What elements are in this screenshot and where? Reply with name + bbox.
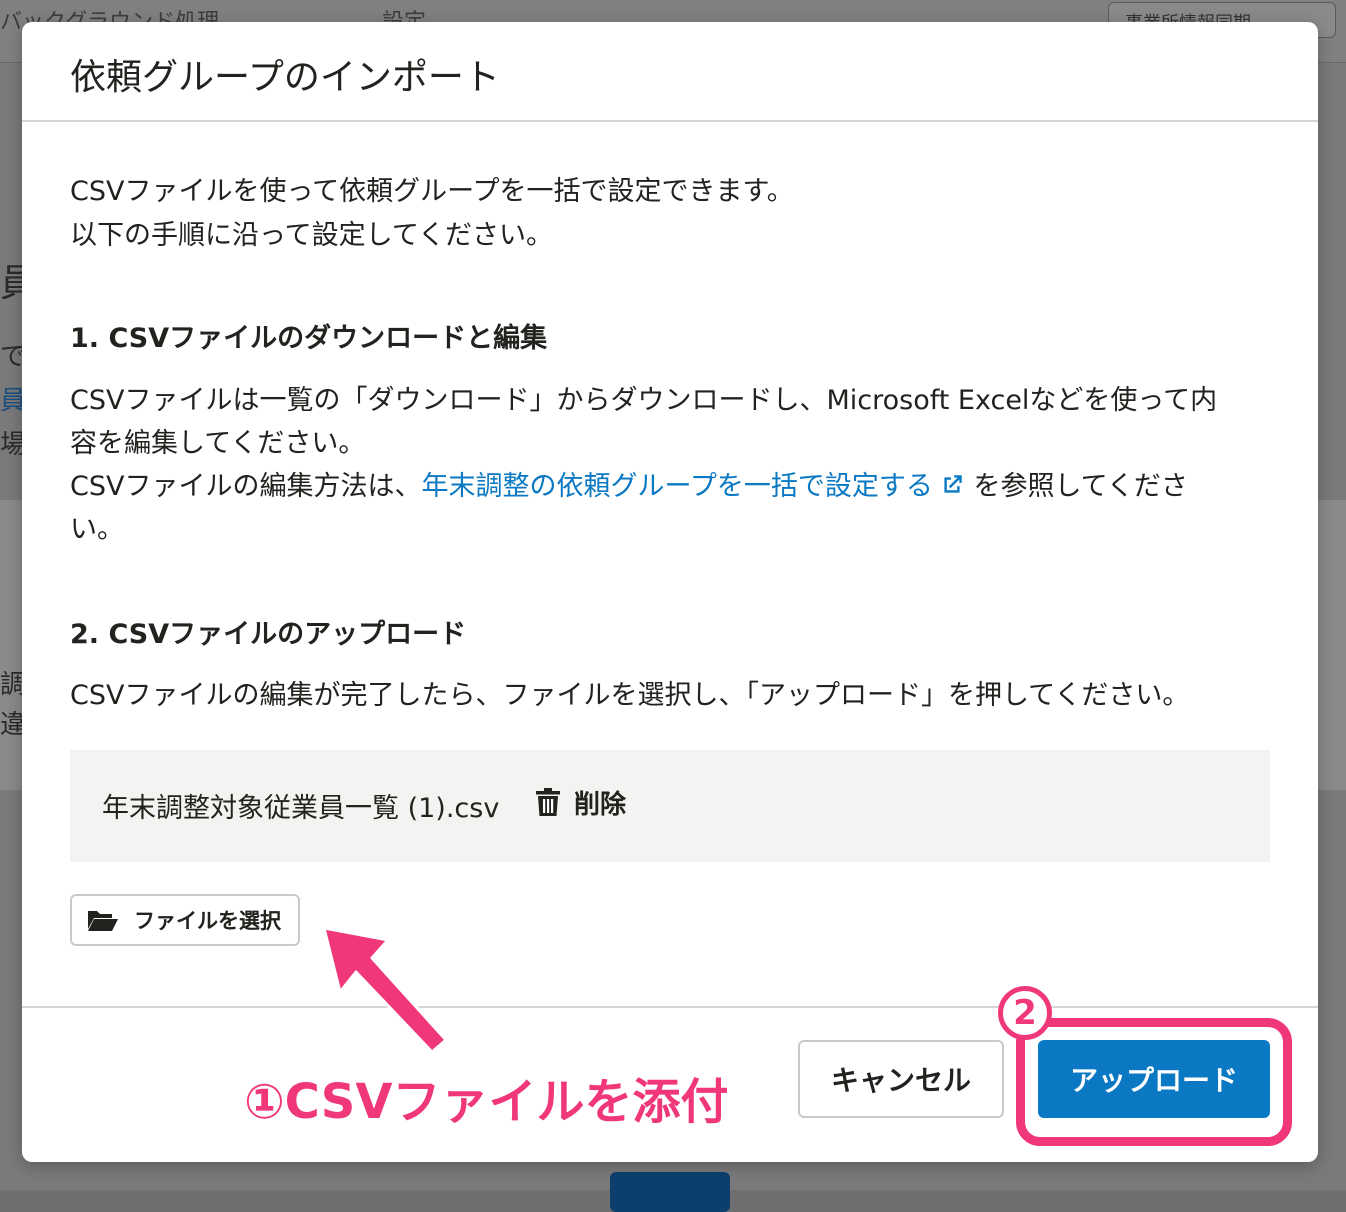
annotation-highlight-ring [1016, 1018, 1292, 1146]
annotation-step1-label: ①CSVファイルを添付 [244, 1074, 729, 1130]
annotation-step2-marker: 2 [998, 986, 1052, 1040]
annotation-arrow [322, 926, 448, 1054]
